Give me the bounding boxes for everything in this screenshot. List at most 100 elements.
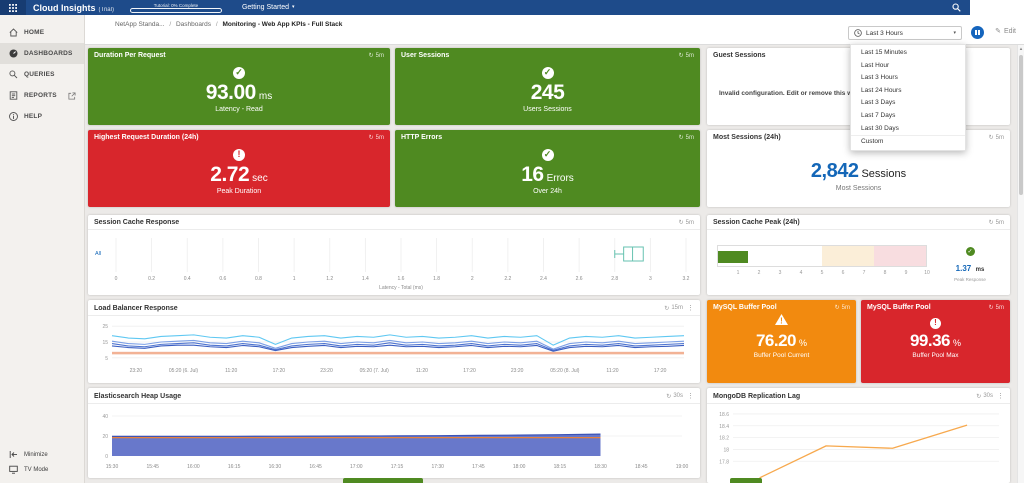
kpi-caption: Buffer Pool Max [912, 352, 959, 359]
scrollbar-thumb[interactable] [1019, 55, 1023, 195]
check-icon: ✓ [541, 148, 554, 161]
alert-icon: ! [233, 148, 245, 161]
widget-highest-request-duration: Highest Request Duration (24h) ↻ 5m ! 2.7… [88, 130, 390, 207]
menu-item-last-7-days[interactable]: Last 7 Days [851, 110, 965, 123]
invalid-configuration-message: Invalid configuration. Edit or remove th… [719, 90, 870, 97]
sidebar-item-reports[interactable]: REPORTS [0, 85, 84, 106]
menu-item-last-24-hours[interactable]: Last 24 Hours [851, 85, 965, 98]
sidebar-footer: Minimize TV Mode [0, 447, 84, 477]
widget-mongodb-replication-lag: MongoDB Replication Lag ↻ 30s ⋮ 17.8 18 18.… [707, 388, 1010, 483]
refresh-indicator[interactable]: ↻ 30s [976, 393, 993, 400]
widget-mysql-buffer-pool-max: MySQL Buffer Pool ↻ 5m ! 99.36% Buffer Po… [861, 300, 1010, 383]
chevron-down-icon: ▾ [953, 29, 956, 36]
vertical-scrollbar[interactable]: ▴ [1017, 45, 1024, 483]
widget-menu-icon[interactable]: ⋮ [687, 392, 694, 400]
widget-title: MySQL Buffer Pool [713, 304, 777, 311]
svg-text:18.6: 18.6 [719, 412, 729, 418]
subheader: NetApp Standa... / Dashboards / Monitori… [85, 15, 1024, 45]
svg-text:18:30: 18:30 [594, 464, 607, 470]
svg-text:2.4: 2.4 [540, 276, 547, 282]
sidebar-item-home[interactable]: HOME [0, 22, 84, 43]
breadcrumb-account[interactable]: NetApp Standa... [115, 21, 165, 28]
refresh-icon: ↻ [368, 135, 374, 141]
kpi-unit: % [799, 338, 808, 348]
edit-dashboard-button[interactable]: ✎ Edit [995, 27, 1016, 36]
refresh-icon: ↻ [678, 135, 684, 141]
svg-text:17:20: 17:20 [463, 368, 476, 374]
menu-item-last-30-days[interactable]: Last 30 Days [851, 123, 965, 136]
sidebar-item-label: HOME [24, 29, 45, 36]
getting-started-menu[interactable]: Getting Started ▾ [242, 4, 295, 11]
minimize-button[interactable]: Minimize [0, 447, 84, 462]
tutorial-progress[interactable]: Tutorial: 0% Complete [129, 3, 222, 13]
svg-text:16:00: 16:00 [187, 464, 200, 470]
refresh-indicator[interactable]: ↻ 5m [989, 134, 1004, 142]
home-icon [9, 28, 18, 37]
sidebar-item-label: DASHBOARDS [24, 50, 73, 57]
widget-http-errors: HTTP Errors ↻ 5m ✓ 16 Errors Over 24h [395, 130, 700, 207]
app-grid-icon[interactable] [0, 0, 26, 15]
widget-title: Session Cache Response [94, 219, 180, 226]
app-root: Cloud Insights (Trial) Tutorial: 0% Comp… [0, 0, 1024, 483]
refresh-indicator[interactable]: ↻ 5m [679, 52, 694, 60]
svg-text:5: 5 [105, 356, 108, 362]
pause-refresh-button[interactable] [971, 26, 984, 39]
svg-text:18:00: 18:00 [513, 464, 526, 470]
search-icon[interactable] [952, 3, 961, 12]
refresh-indicator[interactable]: ↻ 5m [988, 304, 1004, 312]
svg-text:17:30: 17:30 [431, 464, 444, 470]
widget-session-cache-peak: Session Cache Peak (24h) ↻ 5m 1 2 3 4 5 6 7 8 9 10… [707, 215, 1010, 295]
kpi-caption: Most Sessions [835, 185, 882, 192]
partial-widget-hint [343, 478, 423, 483]
menu-item-last-3-hours[interactable]: Last 3 Hours [851, 72, 965, 85]
sidebar-item-label: REPORTS [24, 92, 57, 99]
svg-text:05:20 (6. Jul): 05:20 (6. Jul) [169, 368, 199, 374]
sidebar-item-dashboards[interactable]: DASHBOARDS [0, 43, 84, 64]
svg-text:11:20: 11:20 [606, 368, 618, 374]
refresh-indicator[interactable]: ↻ 5m [679, 219, 694, 227]
svg-text:11:20: 11:20 [225, 368, 237, 374]
sidebar-item-help[interactable]: HELP [0, 106, 84, 127]
widget-title: Load Balancer Response [94, 304, 178, 312]
svg-text:18.4: 18.4 [719, 424, 729, 430]
widget-menu-icon[interactable]: ⋮ [997, 392, 1004, 400]
clock-icon [854, 29, 862, 37]
refresh-indicator[interactable]: ↻ 30s [666, 393, 683, 400]
menu-item-last-3-days[interactable]: Last 3 Days [851, 97, 965, 110]
widget-menu-icon[interactable]: ⋮ [687, 304, 694, 312]
kpi-value: 16 [521, 163, 544, 186]
refresh-icon: ↻ [368, 53, 374, 59]
refresh-indicator[interactable]: ↻ 5m [989, 219, 1004, 227]
menu-item-last-hour[interactable]: Last Hour [851, 60, 965, 73]
svg-text:2.6: 2.6 [576, 276, 583, 282]
kpi-caption: Over 24h [533, 188, 562, 195]
widget-title: Guest Sessions [713, 52, 766, 59]
svg-text:0.2: 0.2 [148, 276, 155, 282]
refresh-indicator[interactable]: ↻ 5m [835, 304, 850, 312]
time-range-selector[interactable]: Last 3 Hours ▾ [848, 26, 962, 40]
svg-text:2.8: 2.8 [611, 276, 618, 282]
app-logo[interactable]: Cloud Insights (Trial) [33, 3, 114, 13]
tv-mode-button[interactable]: TV Mode [0, 462, 84, 477]
svg-text:18:15: 18:15 [554, 464, 567, 470]
menu-item-last-15-minutes[interactable]: Last 15 Minutes [851, 47, 965, 60]
refresh-indicator[interactable]: ↻ 5m [368, 52, 384, 60]
svg-text:0.8: 0.8 [255, 276, 262, 282]
widget-title: User Sessions [401, 52, 450, 59]
sidebar-item-queries[interactable]: QUERIES [0, 64, 84, 85]
svg-text:2.2: 2.2 [504, 276, 511, 282]
search-input[interactable] [970, 0, 1024, 15]
check-icon: ✓ [541, 66, 554, 79]
kpi-value: 99.36 [909, 331, 951, 350]
refresh-indicator[interactable]: ↻ 5m [368, 134, 384, 142]
refresh-indicator[interactable]: ↻ 15m [664, 305, 683, 312]
refresh-icon: ↻ [988, 305, 994, 311]
svg-text:23:20: 23:20 [511, 368, 524, 374]
kpi-unit: Sessions [861, 168, 907, 180]
breadcrumb-dashboards[interactable]: Dashboards [176, 21, 211, 28]
svg-text:20: 20 [102, 434, 108, 440]
menu-item-custom[interactable]: Custom [851, 135, 965, 148]
time-range-menu: Last 15 Minutes Last Hour Last 3 Hours Last… [850, 44, 966, 151]
refresh-indicator[interactable]: ↻ 5m [678, 134, 694, 142]
scroll-up-arrow[interactable]: ▴ [1018, 46, 1024, 52]
